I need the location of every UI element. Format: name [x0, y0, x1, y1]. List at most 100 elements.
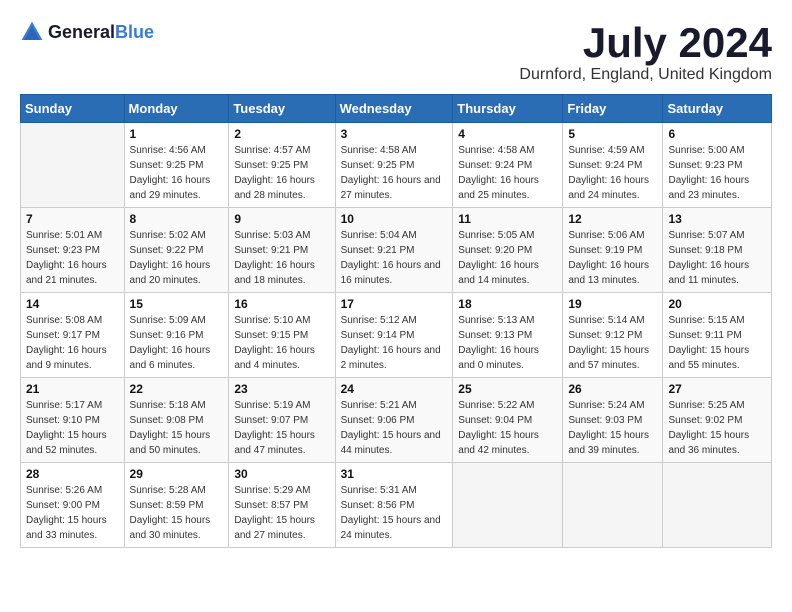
calendar-cell: 17 Sunrise: 5:12 AMSunset: 9:14 PMDayligh…	[335, 293, 453, 378]
day-detail: Sunrise: 4:58 AMSunset: 9:25 PMDaylight:…	[341, 143, 448, 203]
day-detail: Sunrise: 5:13 AMSunset: 9:13 PMDaylight:…	[458, 313, 557, 373]
calendar-cell: 5 Sunrise: 4:59 AMSunset: 9:24 PMDaylight…	[563, 123, 663, 208]
calendar-header-row: SundayMondayTuesdayWednesdayThursdayFrid…	[21, 95, 772, 123]
day-detail: Sunrise: 5:02 AMSunset: 9:22 PMDaylight:…	[130, 228, 224, 288]
calendar-cell: 22 Sunrise: 5:18 AMSunset: 9:08 PMDayligh…	[124, 378, 229, 463]
calendar-cell	[453, 463, 563, 548]
day-number: 5	[568, 127, 657, 141]
calendar-cell: 24Sunrise: 5:21 AMSunset: 9:06 PMDayligh…	[335, 378, 453, 463]
day-number: 25	[458, 382, 557, 396]
day-number: 30	[234, 467, 329, 481]
calendar-cell	[21, 123, 125, 208]
calendar-cell	[563, 463, 663, 548]
logo-text-general: General	[48, 22, 115, 42]
calendar-cell: 31Sunrise: 5:31 AMSunset: 8:56 PMDayligh…	[335, 463, 453, 548]
calendar-week-row: 1Sunrise: 4:56 AMSunset: 9:25 PMDaylight…	[21, 123, 772, 208]
day-number: 12	[568, 212, 657, 226]
calendar-cell: 20Sunrise: 5:15 AMSunset: 9:11 PMDayligh…	[663, 293, 772, 378]
day-detail: Sunrise: 4:57 AMSunset: 9:25 PMDaylight:…	[234, 143, 329, 203]
day-number: 13	[668, 212, 766, 226]
day-detail: Sunrise: 5:14 AMSunset: 9:12 PMDaylight:…	[568, 313, 657, 373]
day-number: 3	[341, 127, 448, 141]
calendar-cell: 14 Sunrise: 5:08 AMSunset: 9:17 PMDayligh…	[21, 293, 125, 378]
calendar-cell: 25Sunrise: 5:22 AMSunset: 9:04 PMDayligh…	[453, 378, 563, 463]
calendar-cell: 8 Sunrise: 5:02 AMSunset: 9:22 PMDaylight…	[124, 208, 229, 293]
day-number: 7	[26, 212, 119, 226]
day-detail: Sunrise: 5:09 AMSunset: 9:16 PMDaylight:…	[130, 313, 224, 373]
logo-icon	[20, 20, 44, 44]
calendar-cell: 27Sunrise: 5:25 AMSunset: 9:02 PMDayligh…	[663, 378, 772, 463]
location-subtitle: Durnford, England, United Kingdom	[519, 66, 772, 84]
logo: GeneralBlue	[20, 20, 154, 44]
calendar-cell: 23Sunrise: 5:19 AMSunset: 9:07 PMDayligh…	[229, 378, 335, 463]
day-number: 28	[26, 467, 119, 481]
calendar-week-row: 21Sunrise: 5:17 AMSunset: 9:10 PMDayligh…	[21, 378, 772, 463]
calendar-cell: 1Sunrise: 4:56 AMSunset: 9:25 PMDaylight…	[124, 123, 229, 208]
day-detail: Sunrise: 5:28 AMSunset: 8:59 PMDaylight:…	[130, 483, 224, 543]
calendar-cell: 15 Sunrise: 5:09 AMSunset: 9:16 PMDayligh…	[124, 293, 229, 378]
day-detail: Sunrise: 5:21 AMSunset: 9:06 PMDaylight:…	[341, 398, 448, 458]
calendar-cell: 4 Sunrise: 4:58 AMSunset: 9:24 PMDaylight…	[453, 123, 563, 208]
day-detail: Sunrise: 5:03 AMSunset: 9:21 PMDaylight:…	[234, 228, 329, 288]
calendar-cell: 3 Sunrise: 4:58 AMSunset: 9:25 PMDaylight…	[335, 123, 453, 208]
day-detail: Sunrise: 4:58 AMSunset: 9:24 PMDaylight:…	[458, 143, 557, 203]
calendar-week-row: 28 Sunrise: 5:26 AMSunset: 9:00 PMDayligh…	[21, 463, 772, 548]
day-detail: Sunrise: 4:59 AMSunset: 9:24 PMDaylight:…	[568, 143, 657, 203]
header-day-thursday: Thursday	[453, 95, 563, 123]
header-day-sunday: Sunday	[21, 95, 125, 123]
day-number: 11	[458, 212, 557, 226]
header-day-friday: Friday	[563, 95, 663, 123]
day-detail: Sunrise: 5:29 AMSunset: 8:57 PMDaylight:…	[234, 483, 329, 543]
logo-text-blue: Blue	[115, 22, 154, 42]
day-number: 29	[130, 467, 224, 481]
calendar-cell: 10 Sunrise: 5:04 AMSunset: 9:21 PMDayligh…	[335, 208, 453, 293]
day-number: 20	[668, 297, 766, 311]
day-number: 16	[234, 297, 329, 311]
day-detail: Sunrise: 5:12 AMSunset: 9:14 PMDaylight:…	[341, 313, 448, 373]
calendar-cell: 19Sunrise: 5:14 AMSunset: 9:12 PMDayligh…	[563, 293, 663, 378]
calendar-cell: 18 Sunrise: 5:13 AMSunset: 9:13 PMDayligh…	[453, 293, 563, 378]
day-number: 22	[130, 382, 224, 396]
day-number: 31	[341, 467, 448, 481]
day-number: 9	[234, 212, 329, 226]
day-number: 10	[341, 212, 448, 226]
day-number: 26	[568, 382, 657, 396]
day-number: 2	[234, 127, 329, 141]
calendar-cell: 16 Sunrise: 5:10 AMSunset: 9:15 PMDayligh…	[229, 293, 335, 378]
header-day-saturday: Saturday	[663, 95, 772, 123]
day-number: 15	[130, 297, 224, 311]
day-detail: Sunrise: 5:04 AMSunset: 9:21 PMDaylight:…	[341, 228, 448, 288]
day-detail: Sunrise: 5:25 AMSunset: 9:02 PMDaylight:…	[668, 398, 766, 458]
header: GeneralBlue July 2024 Durnford, England,…	[20, 20, 772, 84]
calendar-week-row: 7 Sunrise: 5:01 AMSunset: 9:23 PMDaylight…	[21, 208, 772, 293]
calendar-cell: 12 Sunrise: 5:06 AMSunset: 9:19 PMDayligh…	[563, 208, 663, 293]
month-year-title: July 2024	[519, 20, 772, 66]
day-number: 18	[458, 297, 557, 311]
calendar-cell: 7 Sunrise: 5:01 AMSunset: 9:23 PMDaylight…	[21, 208, 125, 293]
day-number: 23	[234, 382, 329, 396]
calendar-cell	[663, 463, 772, 548]
day-detail: Sunrise: 5:10 AMSunset: 9:15 PMDaylight:…	[234, 313, 329, 373]
day-number: 14	[26, 297, 119, 311]
day-detail: Sunrise: 5:01 AMSunset: 9:23 PMDaylight:…	[26, 228, 119, 288]
day-detail: Sunrise: 5:24 AMSunset: 9:03 PMDaylight:…	[568, 398, 657, 458]
calendar-cell: 11Sunrise: 5:05 AMSunset: 9:20 PMDayligh…	[453, 208, 563, 293]
day-number: 17	[341, 297, 448, 311]
title-block: July 2024 Durnford, England, United King…	[519, 20, 772, 84]
day-detail: Sunrise: 5:08 AMSunset: 9:17 PMDaylight:…	[26, 313, 119, 373]
calendar-cell: 28 Sunrise: 5:26 AMSunset: 9:00 PMDayligh…	[21, 463, 125, 548]
day-detail: Sunrise: 5:26 AMSunset: 9:00 PMDaylight:…	[26, 483, 119, 543]
day-number: 8	[130, 212, 224, 226]
day-detail: Sunrise: 5:00 AMSunset: 9:23 PMDaylight:…	[668, 143, 766, 203]
calendar-cell: 2 Sunrise: 4:57 AMSunset: 9:25 PMDaylight…	[229, 123, 335, 208]
calendar-cell: 9 Sunrise: 5:03 AMSunset: 9:21 PMDaylight…	[229, 208, 335, 293]
day-number: 1	[130, 127, 224, 141]
day-detail: Sunrise: 5:18 AMSunset: 9:08 PMDaylight:…	[130, 398, 224, 458]
header-day-monday: Monday	[124, 95, 229, 123]
calendar-cell: 21Sunrise: 5:17 AMSunset: 9:10 PMDayligh…	[21, 378, 125, 463]
day-number: 4	[458, 127, 557, 141]
calendar-cell: 13Sunrise: 5:07 AMSunset: 9:18 PMDayligh…	[663, 208, 772, 293]
header-day-wednesday: Wednesday	[335, 95, 453, 123]
day-detail: Sunrise: 5:06 AMSunset: 9:19 PMDaylight:…	[568, 228, 657, 288]
header-day-tuesday: Tuesday	[229, 95, 335, 123]
